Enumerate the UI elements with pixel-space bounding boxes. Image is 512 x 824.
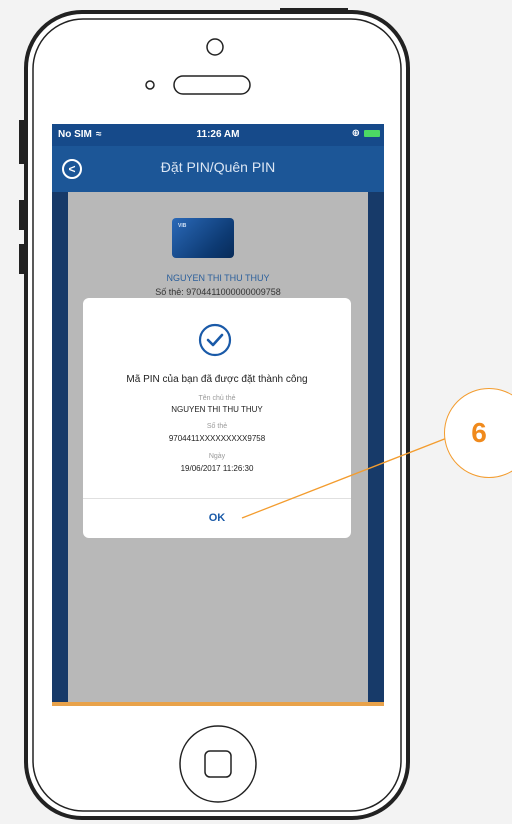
card-number-value: 9704411XXXXXXXXX9758 [168,434,266,443]
clock: 11:26 AM [196,129,240,140]
step-number: 6 [471,417,487,448]
date-label: Ngày [208,453,226,460]
checkmark-circle-icon [198,323,232,357]
bottom-accent-bar [52,702,384,706]
back-button[interactable]: < [62,159,82,179]
bank-card-image: VIB [172,218,234,258]
navigation-bar: < Đặt PIN/Quên PIN [52,146,384,192]
card-holder-name: NGUYEN THI THU THUY [166,273,270,283]
date-value: 19/06/2017 11:26:30 [180,464,254,473]
success-message: Mã PIN của bạn đã được đặt thành công [126,374,308,385]
ok-button[interactable]: OK [83,500,351,536]
success-dialog: Mã PIN của bạn đã được đặt thành công Tê… [83,298,351,538]
status-bar: No SIM ≈ 11:26 AM ⊕ [52,124,384,146]
card-number: Số thẻ: 9704411000000009758 [155,287,281,297]
dialog-divider [83,498,351,499]
card-holder-label: Tên chủ thẻ [198,395,236,402]
card-number-label: Số thẻ [206,423,228,430]
page-title: Đặt PIN/Quên PIN [160,159,276,175]
card-holder-value: NGUYEN THI THU THUY [171,405,263,414]
battery-icon: ⊕ [352,128,380,139]
